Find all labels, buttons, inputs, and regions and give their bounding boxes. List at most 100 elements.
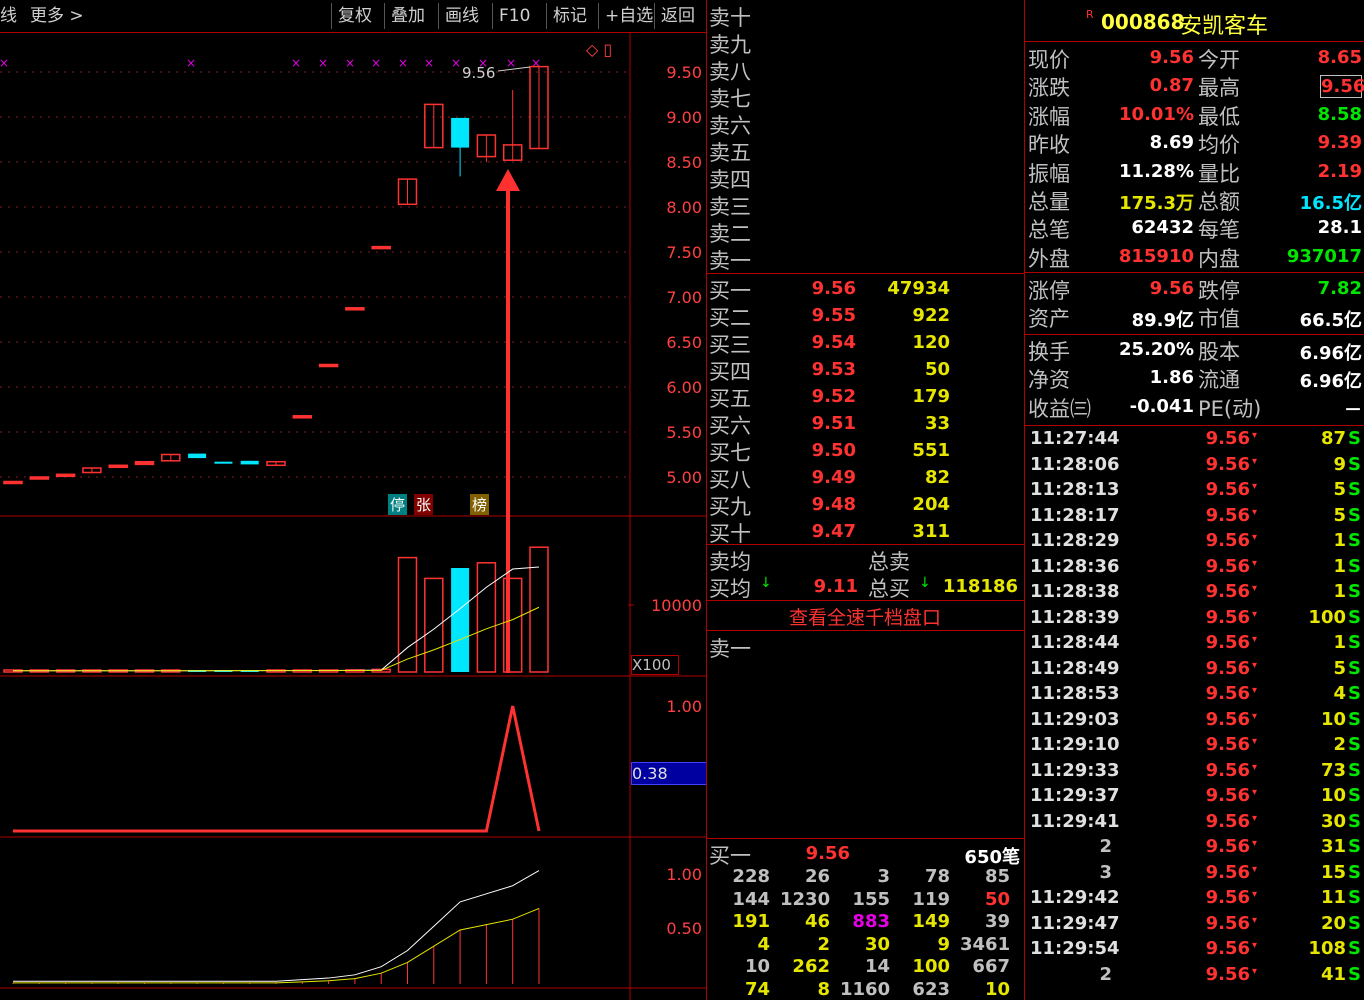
tick-price: 9.56 [1205, 453, 1250, 475]
tick-price: 9.56 [1205, 734, 1250, 755]
quote-label: 最低 [1198, 104, 1240, 129]
quote-label: 换手 [1028, 340, 1070, 364]
queue-order: 10 [984, 978, 1010, 1000]
quote-value: 89.9亿 [1131, 310, 1194, 332]
queue-order: 2 [817, 933, 830, 955]
tick-time: 11:29:54 [1030, 938, 1120, 959]
stock-code: 000868 [1101, 10, 1185, 34]
candle-body [108, 464, 128, 469]
tick-down-arrow-icon: ▾ [1252, 481, 1258, 492]
buy-level-volume: 204 [912, 494, 950, 515]
tick-price: 9.56 [1205, 785, 1250, 806]
candle-body [371, 245, 391, 250]
price-tick-label: 5.00 [666, 468, 702, 487]
sell-level-label: 卖六 [709, 114, 751, 138]
price-tick-label: 9.50 [666, 63, 702, 82]
overlay-button[interactable]: 叠加 [384, 3, 431, 29]
quote-value: 62432 [1131, 217, 1194, 239]
tick-price: 9.56 [1205, 861, 1250, 883]
queue-order: 14 [864, 956, 890, 977]
price-tick-label: 8.50 [666, 153, 702, 172]
buy-level-price: 9.48 [811, 494, 856, 515]
indicator-chart-2 [12, 870, 540, 984]
sell-level-label: 卖九 [709, 33, 751, 57]
tick-down-arrow-icon: ▾ [1252, 965, 1258, 977]
queue-order: 228 [732, 866, 770, 887]
sell-level-label: 卖一 [709, 249, 751, 273]
buy-level-price: 9.53 [811, 359, 856, 380]
sell-level-label: 卖五 [709, 141, 751, 165]
tick-time: 11:28:29 [1030, 530, 1120, 551]
sell-level-label: 卖三 [709, 195, 751, 219]
quote-value: -0.041 [1129, 395, 1194, 417]
marker-zhang[interactable]: 张 [414, 494, 434, 515]
marker-bang[interactable]: 榜 [470, 494, 490, 515]
buy-avg-label: 买均 [709, 577, 751, 601]
tick-time: 11:28:39 [1030, 606, 1120, 628]
price-tick-label: 8.00 [666, 198, 702, 217]
queue-order: 30 [864, 933, 890, 955]
tick-side: S [1348, 785, 1361, 806]
tick-price: 9.56 [1205, 606, 1250, 628]
back-button[interactable]: 返回 [654, 3, 701, 29]
f10-button[interactable]: F10 [492, 3, 536, 29]
volume-bar [424, 577, 444, 673]
tick-down-arrow-icon: ▾ [1252, 557, 1258, 569]
arrow-head-icon [496, 169, 520, 191]
top-marker: × [186, 56, 196, 70]
full-depth-link[interactable]: 查看全速千档盘口 [706, 603, 1024, 630]
candle-body [3, 480, 23, 485]
buy-level-price: 9.51 [811, 413, 856, 434]
tick-time: 11:28:06 [1030, 453, 1120, 475]
total-sell-label: 总卖 [868, 550, 910, 574]
tick-time: 11:28:44 [1030, 632, 1120, 653]
mark-button[interactable]: 标记 [546, 3, 593, 29]
draw-button[interactable]: 画线 [438, 3, 485, 29]
tick-side: S [1348, 938, 1361, 959]
panel-icons[interactable]: ◇ ▯ [586, 40, 612, 59]
tick-down-arrow-icon: ▾ [1252, 685, 1258, 696]
tick-price: 9.56 [1205, 938, 1250, 959]
quote-value: － [1344, 399, 1362, 421]
buy-level-volume: 311 [912, 521, 950, 542]
chart-area[interactable]: × × × × × × × × × × × × [0, 33, 706, 1000]
queue-order: 144 [732, 888, 770, 910]
tick-time: 11:28:13 [1030, 479, 1120, 500]
buy-level-volume: 33 [924, 413, 950, 434]
ind1-axis-label: 1.00 [666, 697, 702, 716]
tick-time: 11:28:36 [1030, 555, 1120, 577]
queue-order: 100 [912, 956, 950, 977]
tick-down-arrow-icon: ▾ [1252, 914, 1258, 926]
queue-order: 191 [732, 911, 770, 932]
total-buy-label: 总买 [868, 577, 910, 601]
tick-side: S [1348, 428, 1361, 449]
add-watchlist-button[interactable]: +自选 [598, 3, 659, 29]
buy-avg-value: 9.11 [813, 576, 858, 597]
buy-level-label: 买二 [709, 306, 751, 330]
tick-volume: 20 [1320, 912, 1346, 934]
quote-label: 流通 [1198, 368, 1240, 393]
tick-price: 9.56 [1205, 963, 1250, 985]
tick-price: 9.56 [1205, 428, 1250, 449]
quote-label: PE(动) [1198, 396, 1262, 421]
price-tick-label: 6.00 [666, 378, 702, 397]
candle-body [451, 117, 470, 148]
candle-body [292, 415, 313, 419]
more-menu[interactable]: 更多 > [30, 3, 84, 29]
queue-order: 667 [972, 956, 1010, 977]
marker-ting[interactable]: 停 [388, 494, 408, 515]
tick-price: 9.56 [1205, 555, 1250, 577]
tick-price: 9.56 [1205, 657, 1250, 679]
buy-level-volume: 551 [912, 440, 950, 461]
buy-level-label: 买七 [709, 441, 751, 465]
fuquan-button[interactable]: 复权 [331, 3, 378, 29]
tick-down-arrow-icon: ▾ [1252, 787, 1258, 798]
tick-price: 9.56 [1205, 759, 1250, 781]
rzrq-badge: R [1086, 8, 1094, 21]
candle-body [29, 476, 50, 480]
buy-level-volume: 922 [912, 305, 950, 326]
tick-side: S [1348, 504, 1361, 526]
period-label[interactable]: 线 [0, 3, 17, 29]
tick-volume: 10 [1320, 785, 1346, 806]
price-tick-label: 5.50 [666, 423, 702, 442]
